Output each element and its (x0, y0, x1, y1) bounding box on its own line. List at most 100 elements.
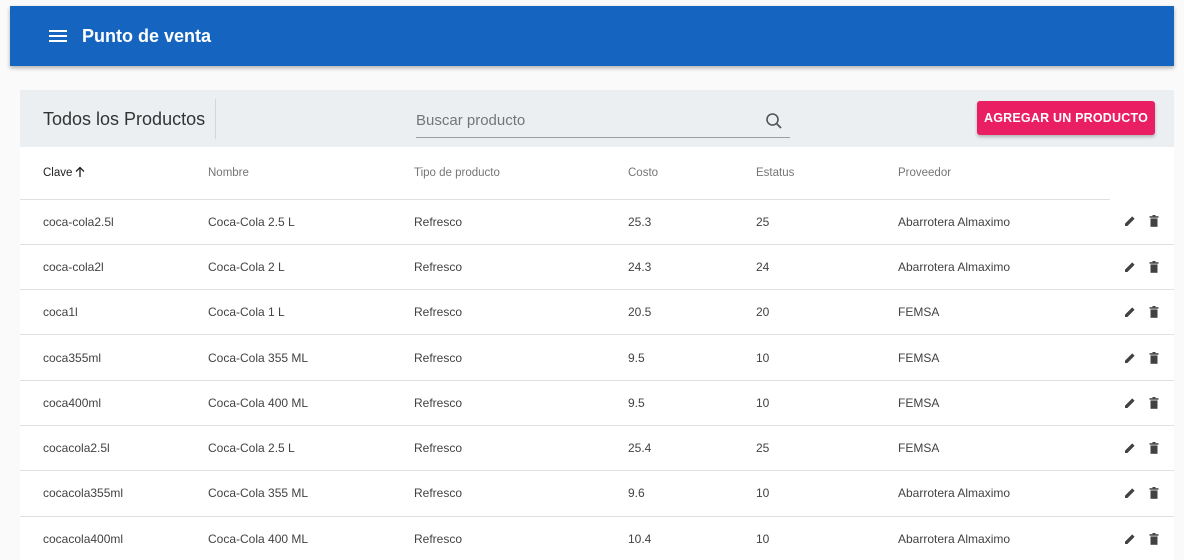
edit-icon[interactable] (1122, 259, 1138, 275)
row-actions (1110, 516, 1174, 560)
cell-proveedor: FEMSA (898, 425, 1110, 472)
delete-icon[interactable] (1146, 304, 1162, 320)
row-actions (1110, 244, 1174, 291)
app-toolbar: Punto de venta (10, 6, 1174, 66)
table-row[interactable]: coca400ml Coca-Cola 400 ML Refresco 9.5 10 FE… (20, 380, 1174, 426)
cell-clave: cocacola400ml (20, 516, 208, 560)
cell-estatus: 25 (756, 199, 898, 245)
products-table: Clave Nombre Tipo de producto Costo Esta… (20, 147, 1174, 560)
cell-tipo: Refresco (414, 334, 628, 381)
cell-proveedor: FEMSA (898, 380, 1110, 426)
cell-costo: 20.5 (628, 289, 756, 336)
products-card: Todos los Productos AGREGAR UN PRODUCTO … (20, 90, 1174, 560)
column-header-tipo[interactable]: Tipo de producto (414, 147, 628, 200)
cell-costo: 25.3 (628, 199, 756, 245)
cell-nombre: Coca-Cola 2 L (208, 244, 414, 291)
cell-estatus: 25 (756, 425, 898, 472)
table-row[interactable]: cocacola400ml Coca-Cola 400 ML Refresco 10.… (20, 516, 1174, 560)
edit-icon[interactable] (1122, 531, 1138, 547)
menu-icon[interactable] (46, 24, 70, 48)
add-product-button[interactable]: AGREGAR UN PRODUCTO (977, 101, 1155, 135)
cell-estatus: 10 (756, 470, 898, 517)
cell-nombre: Coca-Cola 1 L (208, 289, 414, 336)
cell-tipo: Refresco (414, 289, 628, 336)
delete-icon[interactable] (1146, 531, 1162, 547)
column-header-clave[interactable]: Clave (20, 147, 208, 200)
row-actions (1110, 334, 1174, 381)
table-row[interactable]: cocacola2.5l Coca-Cola 2.5 L Refresco 25.4 2… (20, 425, 1174, 472)
cell-proveedor: Abarrotera Almaximo (898, 244, 1110, 291)
cell-clave: coca400ml (20, 380, 208, 426)
delete-icon[interactable] (1146, 440, 1162, 456)
edit-icon[interactable] (1122, 304, 1138, 320)
cell-costo: 10.4 (628, 516, 756, 560)
cell-tipo: Refresco (414, 199, 628, 245)
cell-nombre: Coca-Cola 355 ML (208, 470, 414, 517)
cell-clave: cocacola355ml (20, 470, 208, 517)
delete-icon[interactable] (1146, 485, 1162, 501)
cell-nombre: Coca-Cola 2.5 L (208, 425, 414, 472)
search-icon[interactable] (762, 109, 786, 133)
cell-clave: coca1l (20, 289, 208, 336)
table-row[interactable]: coca-cola2l Coca-Cola 2 L Refresco 24.3 24 Ab… (20, 244, 1174, 291)
page-title: Todos los Productos (20, 98, 217, 139)
delete-icon[interactable] (1146, 213, 1162, 229)
cell-tipo: Refresco (414, 425, 628, 472)
edit-icon[interactable] (1122, 485, 1138, 501)
delete-icon[interactable] (1146, 259, 1162, 275)
cell-tipo: Refresco (414, 516, 628, 560)
cell-proveedor: FEMSA (898, 289, 1110, 336)
table-row[interactable]: cocacola355ml Coca-Cola 355 ML Refresco 9.6… (20, 470, 1174, 517)
cell-estatus: 24 (756, 244, 898, 291)
cell-nombre: Coca-Cola 355 ML (208, 334, 414, 381)
table-row[interactable]: coca-cola2.5l Coca-Cola 2.5 L Refresco 25.3… (20, 199, 1174, 245)
arrow-up-icon (75, 166, 85, 180)
edit-icon[interactable] (1122, 395, 1138, 411)
table-header-row: Clave Nombre Tipo de producto Costo Esta… (20, 147, 1174, 200)
column-header-nombre[interactable]: Nombre (208, 147, 414, 200)
delete-icon[interactable] (1146, 350, 1162, 366)
cell-estatus: 10 (756, 516, 898, 560)
cell-estatus: 20 (756, 289, 898, 336)
cell-clave: coca-cola2l (20, 244, 208, 291)
cell-proveedor: Abarrotera Almaximo (898, 516, 1110, 560)
edit-icon[interactable] (1122, 213, 1138, 229)
column-header-actions (1110, 147, 1174, 199)
delete-icon[interactable] (1146, 395, 1162, 411)
column-header-proveedor[interactable]: Proveedor (898, 147, 1110, 200)
cell-costo: 24.3 (628, 244, 756, 291)
table-row[interactable]: coca1l Coca-Cola 1 L Refresco 20.5 20 FEMSA (20, 289, 1174, 336)
edit-icon[interactable] (1122, 440, 1138, 456)
cell-costo: 9.6 (628, 470, 756, 517)
app-title: Punto de venta (82, 25, 212, 46)
cell-costo: 9.5 (628, 334, 756, 381)
table-row[interactable]: coca355ml Coca-Cola 355 ML Refresco 9.5 10 FE… (20, 334, 1174, 381)
cell-costo: 9.5 (628, 380, 756, 426)
column-header-estatus[interactable]: Estatus (756, 147, 898, 200)
row-actions (1110, 380, 1174, 426)
cell-nombre: Coca-Cola 400 ML (208, 380, 414, 426)
cell-clave: coca-cola2.5l (20, 199, 208, 245)
cell-nombre: Coca-Cola 400 ML (208, 516, 414, 560)
cell-tipo: Refresco (414, 470, 628, 517)
cell-estatus: 10 (756, 334, 898, 381)
search-field (416, 104, 790, 138)
cell-estatus: 10 (756, 380, 898, 426)
cell-proveedor: FEMSA (898, 334, 1110, 381)
edit-icon[interactable] (1122, 350, 1138, 366)
column-header-costo[interactable]: Costo (628, 147, 756, 200)
cell-tipo: Refresco (414, 244, 628, 291)
cell-nombre: Coca-Cola 2.5 L (208, 199, 414, 245)
cell-proveedor: Abarrotera Almaximo (898, 470, 1110, 517)
row-actions (1110, 425, 1174, 472)
cell-clave: cocacola2.5l (20, 425, 208, 472)
row-actions (1110, 470, 1174, 517)
cell-proveedor: Abarrotera Almaximo (898, 199, 1110, 245)
cell-costo: 25.4 (628, 425, 756, 472)
row-actions (1110, 289, 1174, 336)
search-input[interactable] (416, 104, 762, 137)
cell-clave: coca355ml (20, 334, 208, 381)
row-actions (1110, 199, 1174, 245)
card-header: Todos los Productos AGREGAR UN PRODUCTO (20, 90, 1174, 147)
cell-tipo: Refresco (414, 380, 628, 426)
